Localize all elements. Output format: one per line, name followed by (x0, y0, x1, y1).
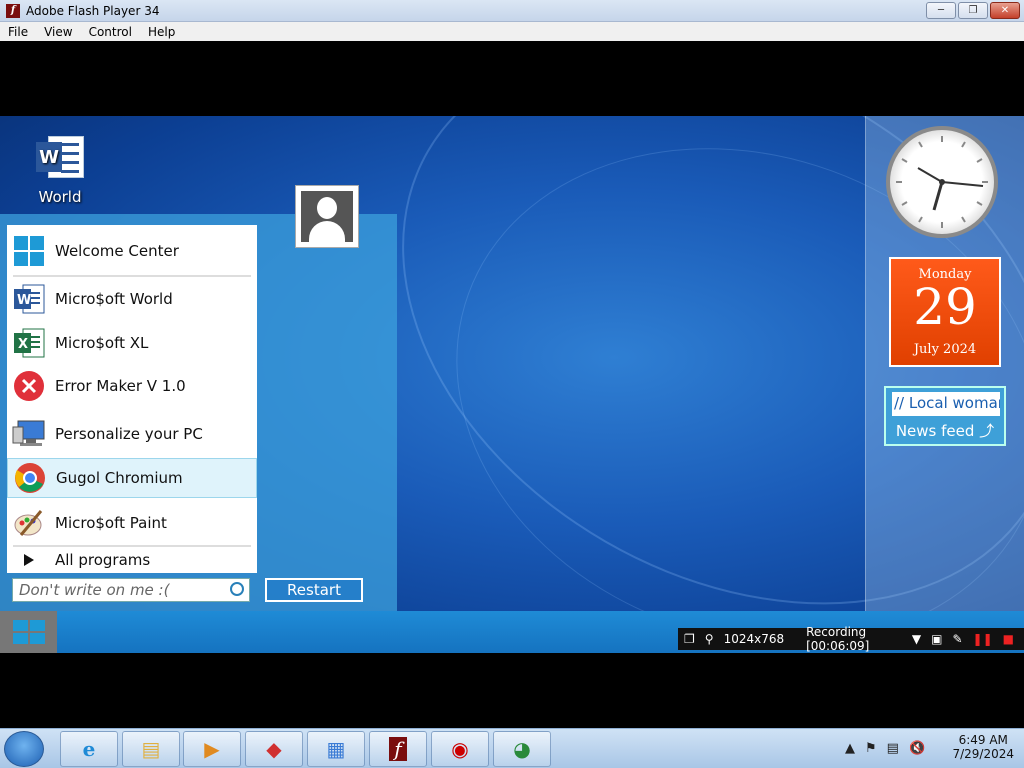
menu-file[interactable]: File (0, 25, 36, 39)
start-item-label: Welcome Center (55, 242, 179, 260)
start-item-microsoft-paint[interactable]: Micro$oft Paint (7, 503, 257, 543)
flash-player-icon: f (6, 3, 20, 18)
flash-stage: W World Welcome Center W Micro$oft World… (0, 116, 1024, 653)
start-item-label: Error Maker V 1.0 (55, 377, 186, 395)
start-item-microsoft-world[interactable]: W Micro$oft World (7, 279, 257, 319)
media-player-icon[interactable]: ▶ (183, 731, 241, 767)
divider (13, 545, 251, 547)
start-item-label: Micro$oft Paint (55, 514, 167, 532)
svg-text:W: W (17, 293, 31, 308)
all-programs-label: All programs (55, 551, 151, 569)
start-item-personalize[interactable]: Personalize your PC (7, 414, 257, 454)
start-item-welcome-center[interactable]: Welcome Center (7, 231, 257, 271)
start-item-label: Gugol Chromium (56, 469, 183, 487)
menu-help[interactable]: Help (140, 25, 183, 39)
taskbar-time: 6:49 AM (958, 733, 1008, 747)
start-item-label: Micro$oft XL (55, 334, 149, 352)
menu-control[interactable]: Control (81, 25, 140, 39)
window-title: Adobe Flash Player 34 (26, 3, 160, 18)
menu-view[interactable]: View (36, 25, 80, 39)
flag-icon[interactable]: ⚑ (865, 741, 877, 756)
clock-gadget (886, 126, 998, 238)
minimize-button[interactable]: ─ (926, 2, 956, 19)
calendar-day: 29 (913, 278, 977, 336)
inner-start-button[interactable] (0, 611, 57, 653)
window-titlebar: f Adobe Flash Player 34 ─ ❐ ✕ (0, 0, 1024, 22)
calendar-gadget: Monday 29 July 2024 (889, 257, 1001, 367)
dropdown-icon[interactable]: ▼ (912, 632, 921, 646)
start-item-error-maker[interactable]: Error Maker V 1.0 (7, 366, 257, 406)
clock-face-icon (896, 136, 988, 228)
close-button[interactable]: ✕ (990, 2, 1020, 19)
calendar-month-year: July 2024 (913, 342, 977, 357)
news-feed-gadget[interactable]: // Local woman News feed ⤴ (884, 386, 1006, 446)
desktop-icon-world[interactable]: W World (30, 134, 90, 206)
maximize-button[interactable]: ❐ (958, 2, 988, 19)
rss-icon: ⤴ (979, 422, 995, 440)
start-item-label: Personalize your PC (55, 425, 203, 443)
stop-icon[interactable]: ■ (1003, 632, 1014, 646)
start-menu: Welcome Center W Micro$oft World X Micro… (7, 225, 257, 573)
control-panel-icon[interactable]: ▦ (307, 731, 365, 767)
windows-logo-icon (12, 234, 46, 268)
windows-logo-icon (12, 620, 45, 644)
error-icon (12, 369, 46, 403)
news-feed-label: News feed (895, 422, 975, 440)
system-tray: ▲ ⚑ ▤ 🔇 (845, 741, 925, 756)
recording-resolution: 1024x768 (723, 632, 785, 646)
paint-icon (12, 506, 46, 540)
desktop-icon-label: World (38, 188, 82, 206)
divider (13, 275, 251, 277)
clock-area[interactable]: 6:49 AM 7/29/2024 (952, 733, 1014, 761)
start-item-microsoft-xl[interactable]: X Micro$oft XL (7, 323, 257, 363)
host-taskbar: e ▤ ▶ ◆ ▦ f ◉ ◕ ▲ ⚑ ▤ 🔇 6:49 AM 7/29/202… (0, 728, 1024, 768)
recorder-icon[interactable]: ◉ (431, 731, 489, 767)
window-restore-icon[interactable]: ❐ (684, 632, 695, 646)
volume-muted-icon[interactable]: 🔇 (909, 741, 925, 756)
recording-bar: ❐ ⚲ 1024x768 Recording [00:06:09] ▼ ▣ ✎ … (678, 625, 1024, 653)
camera-icon[interactable]: ▣ (931, 632, 942, 646)
excel-icon: X (12, 326, 46, 360)
internet-explorer-icon[interactable]: e (60, 731, 118, 767)
network-icon[interactable]: ▤ (887, 741, 899, 756)
restart-button[interactable]: Restart (265, 578, 363, 602)
flash-player-icon[interactable]: f (369, 731, 427, 767)
start-item-label: Micro$oft World (55, 290, 173, 308)
all-programs-button[interactable]: All programs (7, 548, 257, 572)
taskbar-date: 7/29/2024 (952, 747, 1014, 761)
windows-start-orb[interactable] (4, 731, 44, 767)
play-arrow-icon (12, 550, 46, 570)
monitor-icon (12, 417, 46, 451)
search-placeholder: Don't write on me :( (19, 581, 170, 599)
start-item-gugol-chromium[interactable]: Gugol Chromium (7, 458, 257, 498)
recording-status: Recording [00:06:09] (806, 625, 870, 653)
globe-app-icon[interactable]: ◕ (493, 731, 551, 767)
user-avatar[interactable] (295, 185, 359, 248)
svg-text:X: X (18, 337, 28, 352)
app-icon-red[interactable]: ◆ (245, 731, 303, 767)
news-headline[interactable]: // Local woman (892, 392, 1000, 416)
window-controls: ─ ❐ ✕ (926, 2, 1020, 19)
pen-icon[interactable]: ✎ (952, 632, 962, 646)
menubar: File View Control Help (0, 22, 1024, 41)
search-icon[interactable] (230, 582, 244, 596)
chrome-icon (13, 461, 47, 495)
file-explorer-icon[interactable]: ▤ (122, 731, 180, 767)
user-icon (301, 191, 353, 242)
zoom-icon[interactable]: ⚲ (705, 632, 714, 646)
word-icon: W (34, 134, 86, 182)
start-search-input[interactable]: Don't write on me :( (12, 578, 250, 602)
word-icon: W (12, 282, 46, 316)
chevron-up-icon[interactable]: ▲ (845, 741, 855, 756)
pause-icon[interactable]: ❚❚ (973, 632, 993, 646)
